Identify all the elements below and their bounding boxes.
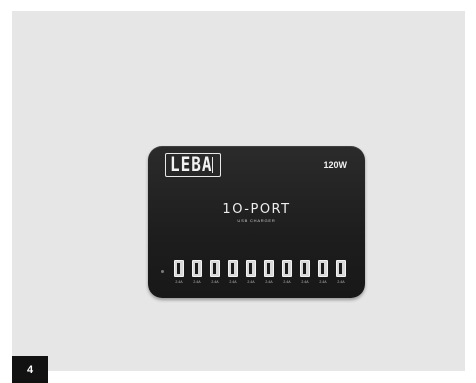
port-label: 2.4A <box>229 280 237 284</box>
brand-logo-text: LEBA <box>170 153 213 176</box>
usb-port: 2.4A <box>336 260 346 284</box>
usb-port-icon <box>336 260 346 277</box>
usb-port: 2.4A <box>264 260 274 284</box>
charger-title: 1O-PORT <box>222 202 291 217</box>
usb-port-icon <box>264 260 274 277</box>
usb-port: 2.4A <box>192 260 202 284</box>
power-rating: 120W <box>323 160 347 170</box>
port-label: 2.4A <box>337 280 345 284</box>
port-label: 2.4A <box>175 280 183 284</box>
usb-port: 2.4A <box>228 260 238 284</box>
charger-subtitle: USB CHARGER <box>237 218 276 223</box>
usb-port: 2.4A <box>300 260 310 284</box>
usb-port-icon <box>318 260 328 277</box>
port-label: 2.4A <box>193 280 201 284</box>
usb-port-icon <box>300 260 310 277</box>
image-number-badge: 4 <box>12 356 48 383</box>
power-led-indicator <box>161 270 164 273</box>
usb-port-row: 2.4A 2.4A 2.4A 2.4A 2.4A 2.4A 2.4A 2.4A … <box>174 260 346 284</box>
usb-port: 2.4A <box>174 260 184 284</box>
port-label: 2.4A <box>319 280 327 284</box>
usb-port-icon <box>174 260 184 277</box>
usb-port-icon <box>246 260 256 277</box>
usb-port: 2.4A <box>282 260 292 284</box>
port-label: 2.4A <box>247 280 255 284</box>
usb-port: 2.4A <box>210 260 220 284</box>
usb-port-icon <box>210 260 220 277</box>
usb-charger: LEBA 120W 1O-PORT USB CHARGER 2.4A 2.4A … <box>148 146 365 298</box>
port-label: 2.4A <box>283 280 291 284</box>
usb-port-icon <box>282 260 292 277</box>
port-label: 2.4A <box>265 280 273 284</box>
brand-logo-side-mark <box>212 157 218 173</box>
usb-port-icon <box>228 260 238 277</box>
port-label: 2.4A <box>301 280 309 284</box>
usb-port: 2.4A <box>318 260 328 284</box>
usb-port: 2.4A <box>246 260 256 284</box>
port-label: 2.4A <box>211 280 219 284</box>
brand-logo: LEBA <box>165 153 221 177</box>
usb-port-icon <box>192 260 202 277</box>
